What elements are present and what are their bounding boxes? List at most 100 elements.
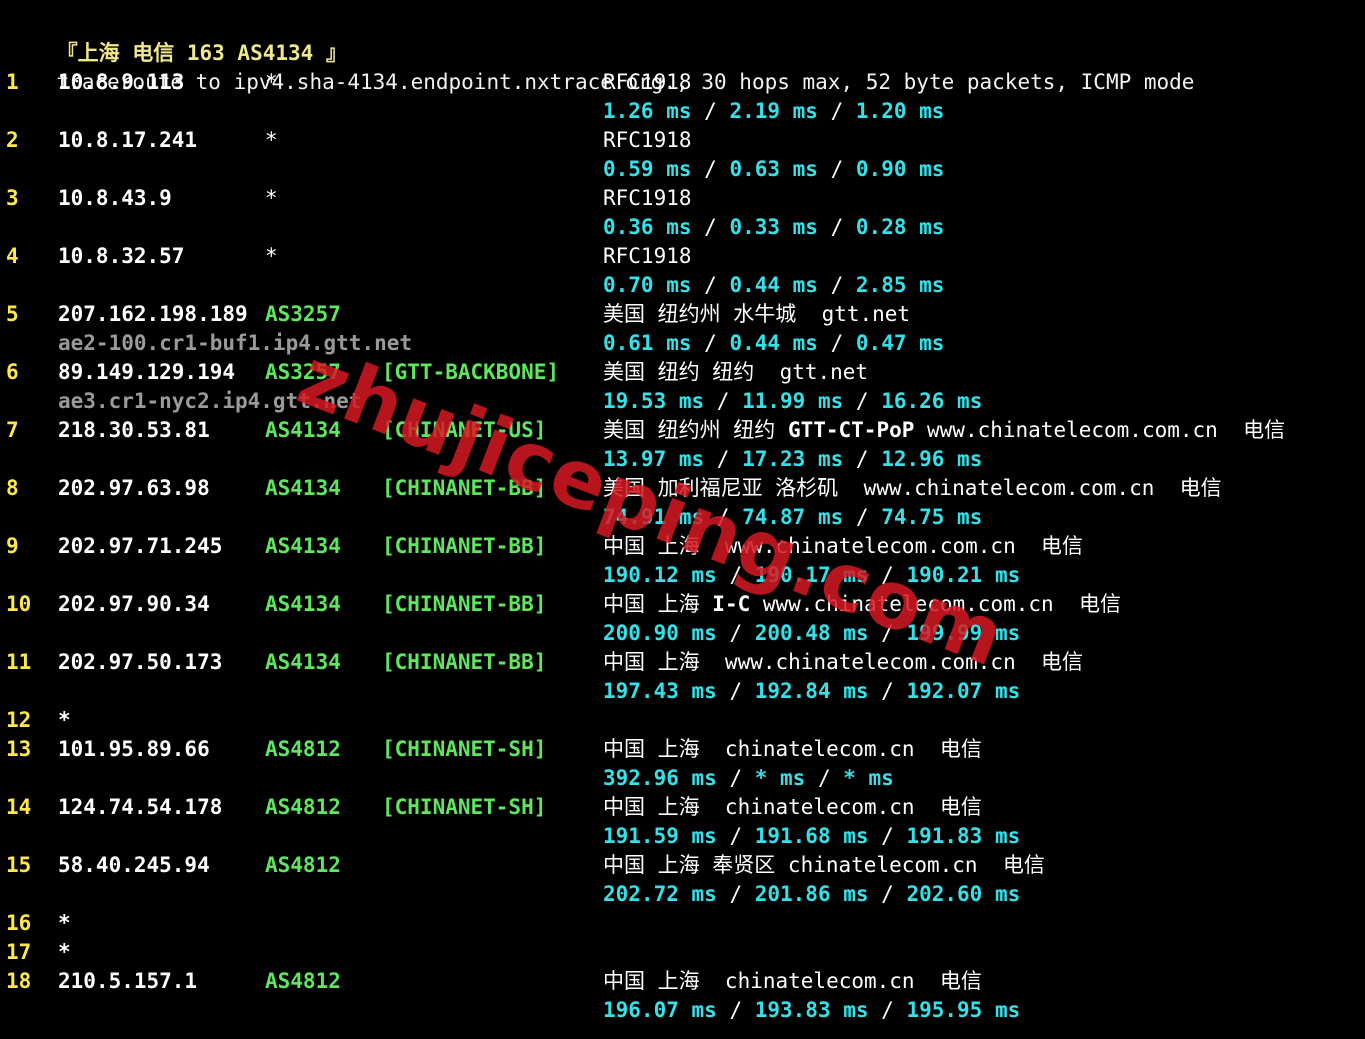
rtt-value: 2.19 ms <box>729 99 818 123</box>
hop-rtt-values: 74.91 ms / 74.87 ms / 74.75 ms <box>603 503 982 532</box>
hop-row: 3 10.8.43.9 * RFC1918 <box>6 184 1361 213</box>
rtt-value: 200.48 ms <box>754 621 869 645</box>
hop-geo-info: 美国 纽约 纽约 gtt.net <box>603 358 868 387</box>
hop-ip-address: 10.8.32.57 <box>58 244 185 268</box>
hop-geo-text: RFC1918 <box>603 186 692 210</box>
hop-rtt-values: 0.59 ms / 0.63 ms / 0.90 ms <box>603 155 944 184</box>
rtt-separator: / <box>716 679 755 703</box>
hop-rtt-values: 13.97 ms / 17.23 ms / 12.96 ms <box>603 445 982 474</box>
hop-geo-text: 中国 上海 <box>603 592 713 616</box>
rtt-separator: / <box>716 882 755 906</box>
rtt-value: 74.91 ms <box>603 505 705 529</box>
hop-rtt-values: 190.12 ms / 190.17 ms / 190.21 ms <box>603 561 1020 590</box>
rtt-separator: / <box>868 621 907 645</box>
rtt-value: 0.47 ms <box>855 331 945 355</box>
rtt-value: 0.36 ms <box>603 215 692 239</box>
hop-rtt-row: 0.36 ms / 0.33 ms / 0.28 ms <box>6 213 1361 242</box>
hop-hostname: ae3.cr1-nyc2.ip4.gtt.net <box>58 389 362 413</box>
hop-row: 15 58.40.245.94 AS4812 中国 上海 奉贤区 chinatelec… <box>6 851 1361 880</box>
hop-row: 11 202.97.50.173 AS4134 [CHINANET-BB] 中国 上海 … <box>6 648 1361 677</box>
hop-number: 9 <box>6 534 19 558</box>
rtt-value: 191.83 ms <box>906 824 1021 848</box>
hop-number: 13 <box>6 737 32 761</box>
hop-row: 4 10.8.32.57 * RFC1918 <box>6 242 1361 271</box>
hop-geo-info: RFC1918 <box>603 184 692 213</box>
hop-rtt-row: 191.59 ms / 191.68 ms / 191.83 ms <box>6 822 1361 851</box>
rtt-separator: / <box>817 331 856 355</box>
hop-rtt-values: 0.70 ms / 0.44 ms / 2.85 ms <box>603 271 944 300</box>
hop-number: 16 <box>6 911 32 935</box>
hop-number: 1 <box>6 70 19 94</box>
rtt-value: 0.44 ms <box>729 331 818 355</box>
hop-geo-router-tag: I-C <box>712 592 751 616</box>
rtt-value: 191.59 ms <box>603 824 717 848</box>
rtt-separator: / <box>817 157 856 181</box>
hop-number: 3 <box>6 186 19 210</box>
hop-number: 15 <box>6 853 32 877</box>
rtt-value: 0.33 ms <box>729 215 818 239</box>
hop-network-tag: [CHINANET-SH] <box>382 737 547 761</box>
hop-network-tag: [CHINANET-BB] <box>382 476 547 500</box>
hop-ip-address: * <box>58 940 71 964</box>
hop-rtt-row: 1.26 ms / 2.19 ms / 1.20 ms <box>6 97 1361 126</box>
hop-row: 13 101.95.89.66 AS4812 [CHINANET-SH] 中国 上海 c… <box>6 735 1361 764</box>
rtt-value: 202.72 ms <box>603 882 717 906</box>
hop-ip-address: 10.8.43.9 <box>58 186 172 210</box>
rtt-value: 1.26 ms <box>603 99 692 123</box>
hop-asn: AS4134 <box>265 418 341 442</box>
rtt-separator: / <box>843 389 882 413</box>
hop-rtt-row: 202.72 ms / 201.86 ms / 202.60 ms <box>6 880 1361 909</box>
rtt-separator: / <box>716 824 755 848</box>
hop-network-tag: [CHINANET-BB] <box>382 650 547 674</box>
rtt-separator: / <box>716 563 755 587</box>
hop-asn: AS4812 <box>265 853 341 877</box>
rtt-value: 0.61 ms <box>603 331 692 355</box>
hop-row: 9 202.97.71.245 AS4134 [CHINANET-BB] 中国 上海 w… <box>6 532 1361 561</box>
rtt-separator: / <box>843 505 882 529</box>
hop-rtt-values: 202.72 ms / 201.86 ms / 202.60 ms <box>603 880 1020 909</box>
hop-geo-text: 中国 上海 www.chinatelecom.com.cn 电信 <box>603 650 1084 674</box>
hop-geo-text: 中国 上海 www.chinatelecom.com.cn 电信 <box>603 534 1084 558</box>
hop-row: 6 89.149.129.194 AS3257 [GTT-BACKBONE] 美国 纽约… <box>6 358 1361 387</box>
hop-geo-text: 美国 加利福尼亚 洛杉矶 www.chinatelecom.com.cn 电信 <box>603 476 1222 500</box>
hop-geo-tail: www.chinatelecom.com.cn 电信 <box>914 418 1286 442</box>
hop-row: 17 * <box>6 938 1361 967</box>
rtt-separator: / <box>868 824 907 848</box>
hop-network-tag: [CHINANET-SH] <box>382 795 547 819</box>
hop-row: 10 202.97.90.34 AS4134 [CHINANET-BB] 中国 上海 I… <box>6 590 1361 619</box>
rtt-value: 19.53 ms <box>603 389 705 413</box>
hop-asn: AS4812 <box>265 737 341 761</box>
hop-number: 12 <box>6 708 32 732</box>
rtt-value: 0.70 ms <box>603 273 692 297</box>
hop-number: 18 <box>6 969 32 993</box>
hop-asn: * <box>265 186 278 210</box>
hop-ip-address: 202.97.71.245 <box>58 534 223 558</box>
hop-geo-router-tag: GTT-CT-PoP <box>787 418 915 442</box>
hop-asn: AS3257 <box>265 360 341 384</box>
rtt-value: 190.12 ms <box>603 563 717 587</box>
hop-ip-address: 58.40.245.94 <box>58 853 210 877</box>
hop-asn: AS4134 <box>265 592 341 616</box>
hop-geo-info: 中国 上海 chinatelecom.cn 电信 <box>603 967 982 996</box>
rtt-separator: / <box>704 447 743 471</box>
rtt-value: 13.97 ms <box>603 447 705 471</box>
rtt-value: 2.85 ms <box>855 273 945 297</box>
hop-geo-text: 中国 上海 chinatelecom.cn 电信 <box>603 795 982 819</box>
hop-asn: AS4134 <box>265 534 341 558</box>
hop-ip-address: 89.149.129.194 <box>58 360 236 384</box>
hop-rtt-values: 197.43 ms / 192.84 ms / 192.07 ms <box>603 677 1020 706</box>
hop-row: 5 207.162.198.189 AS3257 美国 纽约州 水牛城 gtt.net <box>6 300 1361 329</box>
hop-row: 2 10.8.17.241 * RFC1918 <box>6 126 1361 155</box>
hop-asn: AS4812 <box>265 795 341 819</box>
hop-rtt-row: 74.91 ms / 74.87 ms / 74.75 ms <box>6 503 1361 532</box>
hop-number: 6 <box>6 360 19 384</box>
hop-number: 2 <box>6 128 19 152</box>
hop-row: 18 210.5.157.1 AS4812 中国 上海 chinatelecom.cn… <box>6 967 1361 996</box>
terminal-output[interactable]: 『上海 电信 163 AS4134 』 traceroute to ipv4.s… <box>6 10 1361 1025</box>
rtt-separator: / <box>691 331 730 355</box>
hop-geo-info: 中国 上海 www.chinatelecom.com.cn 电信 <box>603 532 1083 561</box>
hop-rtt-row: 0.59 ms / 0.63 ms / 0.90 ms <box>6 155 1361 184</box>
rtt-value: 392.96 ms <box>603 766 717 790</box>
rtt-value: * ms <box>843 766 894 790</box>
hop-ip-address: 210.5.157.1 <box>58 969 198 993</box>
